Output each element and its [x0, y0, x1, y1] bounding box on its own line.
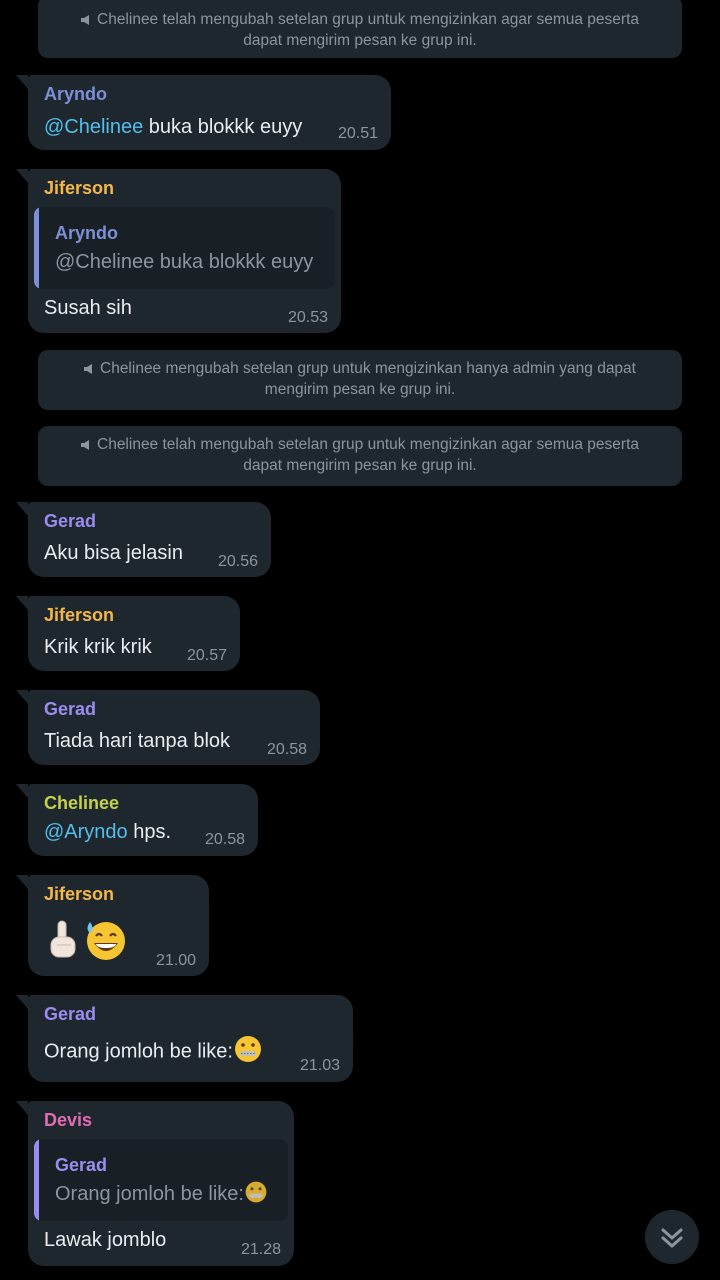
megaphone-icon: [84, 364, 92, 374]
system-message: Chelinee telah mengubah setelan grup unt…: [38, 0, 682, 58]
message-text: Tiada hari tanpa blok: [44, 730, 231, 752]
message-bubble[interactable]: Gerad Aku bisa jelasin 20.56: [16, 502, 271, 577]
megaphone-icon: [81, 440, 89, 450]
system-message-text: Chelinee mengubah setelan grup untuk men…: [100, 360, 636, 398]
zipper-mouth-face-icon: [245, 1181, 267, 1203]
sender-name: Jiferson: [44, 178, 115, 198]
message-time: 20.58: [266, 741, 307, 758]
sender-name: Gerad: [44, 1004, 97, 1024]
system-message-text: Chelinee telah mengubah setelan grup unt…: [97, 436, 639, 474]
message-time: 21.00: [155, 952, 196, 969]
message-time: 21.03: [299, 1057, 340, 1074]
mention-link[interactable]: @Aryndo: [44, 821, 128, 843]
message-time: 21.28: [240, 1241, 281, 1258]
sender-name: Jiferson: [44, 884, 115, 904]
sender-name: Aryndo: [44, 84, 107, 104]
sender-name: Gerad: [44, 511, 97, 531]
scroll-to-bottom-button[interactable]: [645, 1210, 699, 1264]
message-text: Susah sih: [44, 297, 132, 319]
quoted-text: @Chelinee buka blokkk euyy: [55, 251, 314, 273]
message-text: Krik krik krik: [44, 636, 152, 658]
message-bubble[interactable]: Gerad Tiada hari tanpa blok 20.58: [16, 690, 320, 765]
grinning-sweat-face-icon: [87, 922, 125, 960]
message-time: 20.56: [217, 553, 258, 570]
pointing-up-hand-icon: [50, 920, 76, 958]
system-message-text: Chelinee telah mengubah setelan grup unt…: [97, 11, 639, 49]
message-bubble[interactable]: Jiferson Aryndo @Chelinee buka blokkk eu…: [16, 169, 341, 333]
zipper-mouth-face-icon: [234, 1036, 261, 1062]
sender-name: Gerad: [44, 699, 97, 719]
message-bubble[interactable]: Devis Gerad Orang jomloh be like: Lawak …: [16, 1101, 294, 1266]
message-text: @Chelinee buka blokkk euyy: [44, 116, 303, 138]
double-chevron-down-icon: [661, 1228, 683, 1248]
message-time: 20.57: [186, 647, 227, 664]
sender-name: Chelinee: [44, 793, 120, 813]
message-text: @Aryndo hps.: [44, 821, 172, 843]
message-bubble[interactable]: Jiferson Krik krik krik 20.57: [16, 596, 240, 671]
megaphone-icon: [81, 15, 89, 25]
system-message: Chelinee telah mengubah setelan grup unt…: [38, 426, 682, 486]
message-bubble[interactable]: Aryndo @Chelinee buka blokkk euyy 20.51: [16, 75, 391, 150]
quoted-message[interactable]: Gerad Orang jomloh be like:: [34, 1139, 288, 1221]
system-message: Chelinee mengubah setelan grup untuk men…: [38, 350, 682, 410]
quoted-sender: Aryndo: [55, 223, 118, 243]
sender-name: Jiferson: [44, 605, 115, 625]
message-bubble[interactable]: Gerad Orang jomloh be like: 21.03: [16, 995, 353, 1082]
message-time: 20.51: [337, 125, 378, 142]
mention-link[interactable]: @Chelinee: [44, 116, 143, 138]
message-bubble[interactable]: Jiferson 21.00: [16, 875, 209, 976]
message-bubble[interactable]: Chelinee @Aryndo hps. 20.58: [16, 784, 258, 856]
quoted-sender: Gerad: [55, 1155, 108, 1175]
message-text: Lawak jomblo: [44, 1229, 167, 1251]
quoted-text: Orang jomloh be like:: [55, 1181, 268, 1206]
sender-name: Devis: [44, 1110, 93, 1130]
message-time: 20.53: [287, 309, 328, 326]
message-text: Aku bisa jelasin: [44, 542, 183, 564]
message-time: 20.58: [204, 831, 245, 848]
message-text: Orang jomloh be like:: [44, 1036, 263, 1064]
quoted-message[interactable]: Aryndo @Chelinee buka blokkk euyy: [34, 207, 335, 289]
